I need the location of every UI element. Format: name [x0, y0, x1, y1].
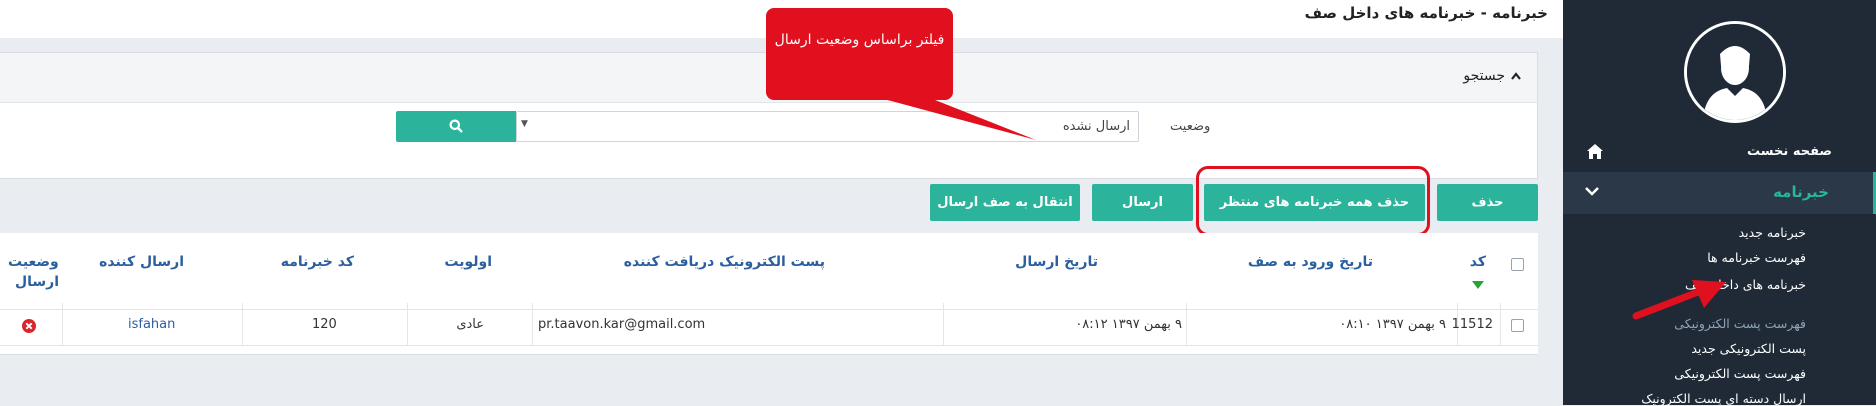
annotation-tooltip: فیلتر براساس وضعیت ارسال — [766, 8, 953, 100]
annotation-arrow-icon — [1632, 280, 1726, 320]
